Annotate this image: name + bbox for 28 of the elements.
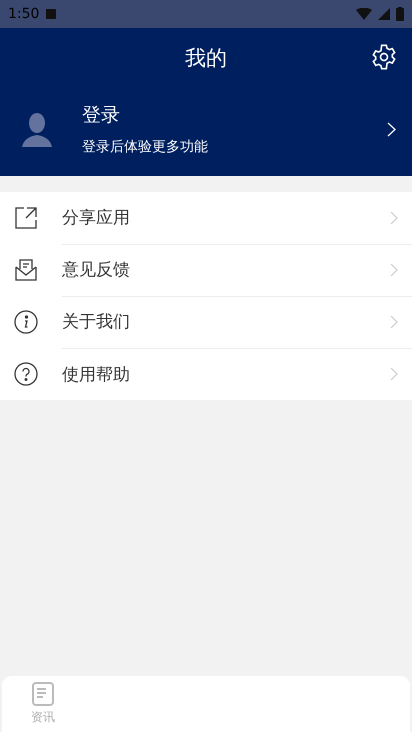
chevron-icon [387,122,396,136]
info-icon [14,310,38,334]
menu-label: 意见反馈 [62,259,131,281]
menu-label: 分享应用 [62,207,131,229]
wifi-icon [356,8,372,20]
chevron-icon [390,314,398,328]
chevron-icon [390,367,398,381]
chevron-icon [390,262,398,276]
battery-icon [396,7,404,21]
menu-label: 关于我们 [62,311,131,333]
chevron-icon [390,210,398,224]
envelope-icon [14,258,38,282]
login-title: 登录 [82,103,121,128]
login-subtitle: 登录后体验更多功能 [82,138,209,156]
help-icon [14,362,38,386]
page-title: 我的 [185,45,227,72]
menu-item[interactable]: 分享应用 [0,192,412,244]
settings-icon[interactable] [370,43,398,71]
signal-icon [378,8,390,20]
status-time: 1:50 [8,6,40,22]
document-icon [32,682,54,706]
share-icon [14,206,38,230]
menu-label: 使用帮助 [62,364,131,386]
menu-item[interactable]: 使用帮助 [0,348,412,400]
login-row[interactable]: 登录 登录后体验更多功能 [0,88,412,172]
menu-item[interactable]: 意见反馈 [0,244,412,296]
avatar-silhouette-icon [22,111,52,147]
menu-item[interactable]: 关于我们 [0,296,412,348]
